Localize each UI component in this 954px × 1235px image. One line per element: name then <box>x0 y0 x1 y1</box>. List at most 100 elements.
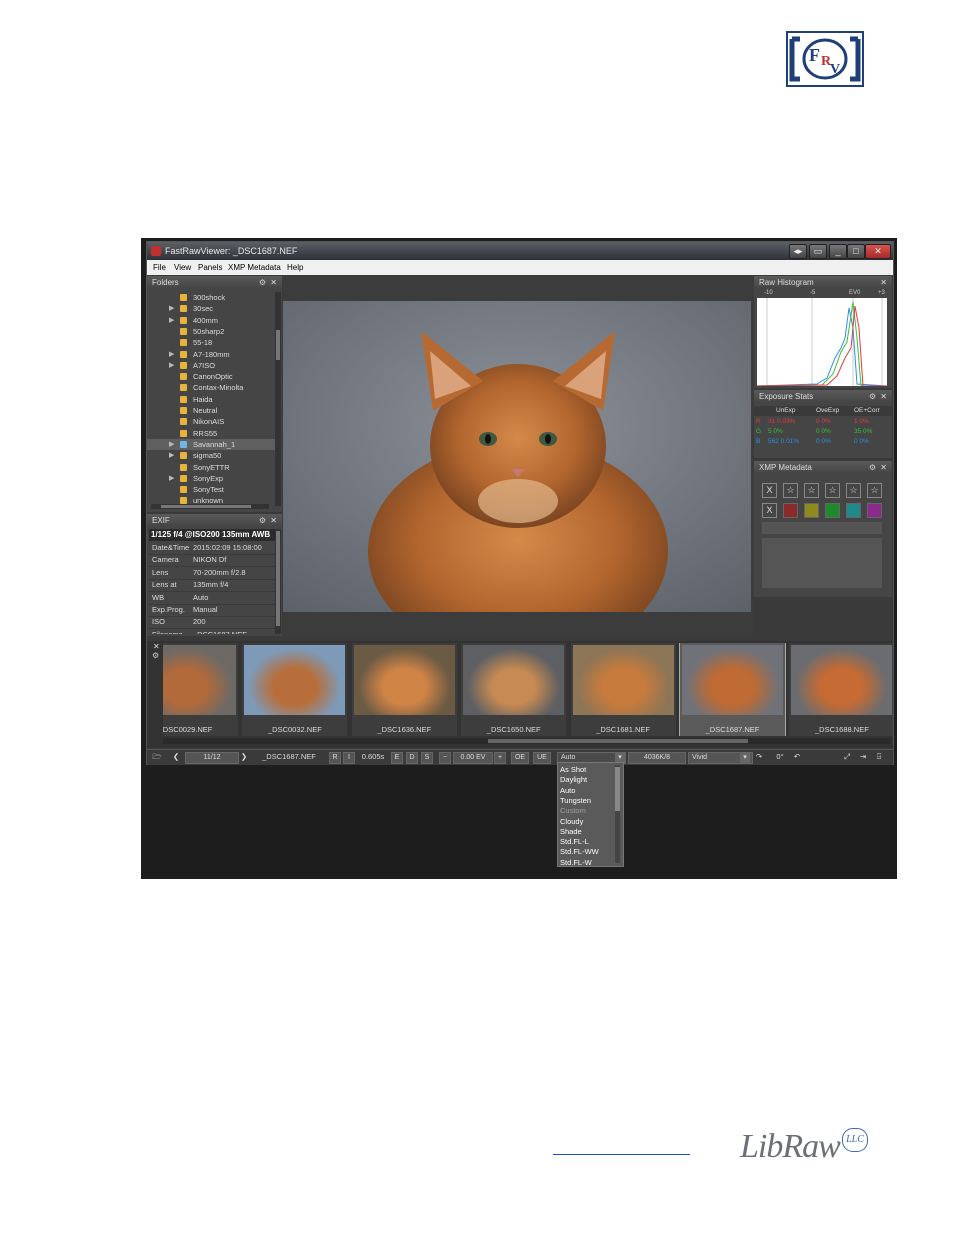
thumbnail[interactable]: _DSC0032.NEF <box>242 643 348 736</box>
image-counter[interactable]: 11/12 <box>185 752 239 764</box>
footer-link-underline[interactable] <box>553 1140 690 1155</box>
menu-panels[interactable]: Panels <box>198 263 222 272</box>
wb-dropdown-scrollbar-thumb[interactable] <box>615 767 620 811</box>
star-1-button[interactable]: ☆ <box>783 483 798 498</box>
xmp-title-field[interactable] <box>762 522 882 534</box>
folder-scrollbar-thumb[interactable] <box>276 330 280 360</box>
wb-option[interactable]: Daylight <box>560 775 587 785</box>
reject-button[interactable]: X <box>762 483 777 498</box>
fullscreen-button[interactable]: ◂▸ <box>789 244 807 259</box>
e-button[interactable]: E <box>391 752 403 764</box>
gear-icon[interactable]: ⚙ <box>869 461 876 474</box>
folder-item[interactable]: RRS55 <box>147 428 275 439</box>
clear-label-button[interactable]: X <box>762 503 777 518</box>
exif-scrollbar-thumb[interactable] <box>276 531 280 626</box>
expand-arrow-icon[interactable]: ▶ <box>169 303 174 314</box>
color-temp-field[interactable]: 4036K/8 <box>628 752 686 764</box>
wb-option[interactable]: As Shot <box>560 765 586 775</box>
label-purple-button[interactable] <box>867 503 882 518</box>
ue-button[interactable]: UE <box>533 752 551 764</box>
folder-item[interactable]: ▶ 30sec <box>147 303 275 314</box>
folder-item[interactable]: Neutral <box>147 405 275 416</box>
menu-view[interactable]: View <box>174 263 191 272</box>
close-icon[interactable]: ✕ <box>153 642 160 651</box>
folder-item[interactable]: ▶ 400mm <box>147 315 275 326</box>
wb-dropdown-scrollbar[interactable] <box>615 765 620 863</box>
ev-value-field[interactable]: 0.00 EV <box>453 752 493 764</box>
i-button[interactable]: I <box>343 752 355 764</box>
expand-arrow-icon[interactable]: ▶ <box>169 349 174 360</box>
star-2-button[interactable]: ☆ <box>804 483 819 498</box>
thumbnail[interactable]: _DSC1636.NEF <box>351 643 457 736</box>
folder-item[interactable]: SonyETTR <box>147 462 275 473</box>
folder-item[interactable]: 300shock <box>147 292 275 303</box>
panel-toggle-icon[interactable]: ⇥ <box>857 750 869 764</box>
close-icon[interactable]: ✕ <box>880 276 887 289</box>
wb-option[interactable]: Std.FL-L <box>560 837 589 847</box>
folder-item[interactable]: ▶ Savannah_1 <box>147 438 275 450</box>
wb-option[interactable]: Tungsten <box>560 796 591 806</box>
filmstrip-scrollbar-thumb[interactable] <box>488 739 748 743</box>
folder-hscrollbar[interactable] <box>151 504 269 509</box>
star-4-button[interactable]: ☆ <box>846 483 861 498</box>
gear-icon[interactable]: ⚙ <box>259 276 266 289</box>
wb-option[interactable]: Custom <box>560 806 586 816</box>
r-button[interactable]: R <box>329 752 341 764</box>
close-icon[interactable]: ✕ <box>880 461 887 474</box>
close-icon[interactable]: ✕ <box>270 514 277 527</box>
xmp-description-field[interactable] <box>762 538 882 588</box>
filmstrip-scrollbar[interactable] <box>163 738 891 744</box>
rotate-cw-icon[interactable]: ↷ <box>753 750 765 764</box>
gear-icon[interactable]: ⚙ <box>259 514 266 527</box>
exif-scrollbar[interactable] <box>275 529 281 634</box>
menu-file[interactable]: File <box>153 263 166 272</box>
folder-item[interactable]: 55-18 <box>147 337 275 348</box>
thumbnail[interactable]: _DSC1650.NEF <box>461 643 567 736</box>
star-5-button[interactable]: ☆ <box>867 483 882 498</box>
d-button[interactable]: D <box>406 752 418 764</box>
thumbnail[interactable]: _DSC1688.NEF <box>789 643 893 736</box>
rotate-ccw-icon[interactable]: ↶ <box>791 750 803 764</box>
thumbnail[interactable]: _DSC1687.NEF <box>679 643 786 736</box>
gear-icon[interactable]: ⚙ <box>869 390 876 403</box>
gear-icon[interactable]: ⚙ <box>152 651 159 660</box>
thumbnail[interactable]: _DSC1681.NEF <box>570 643 676 736</box>
folder-hscrollbar-thumb[interactable] <box>161 505 251 508</box>
folder-item[interactable]: ▶ sigma50 <box>147 450 275 461</box>
star-3-button[interactable]: ☆ <box>825 483 840 498</box>
image-viewer[interactable] <box>283 276 753 636</box>
ev-minus-button[interactable]: − <box>439 752 451 764</box>
wb-option[interactable]: Cloudy <box>560 817 583 827</box>
open-folder-icon[interactable]: 🗁 <box>151 750 163 764</box>
folder-item[interactable]: ▶ A7ISO <box>147 360 275 371</box>
menu-help[interactable]: Help <box>287 263 303 272</box>
label-red-button[interactable] <box>783 503 798 518</box>
expand-arrow-icon[interactable]: ▶ <box>169 360 174 371</box>
expand-arrow-icon[interactable]: ▶ <box>169 473 174 484</box>
maximize-button[interactable]: □ <box>847 244 865 259</box>
next-image-button[interactable]: ❯ <box>239 750 249 764</box>
exit-icon[interactable]: ⍈ <box>873 750 885 764</box>
folder-item[interactable]: NikonAIS <box>147 416 275 427</box>
expand-arrow-icon[interactable]: ▶ <box>169 315 174 326</box>
folder-item[interactable]: ▶ A7-180mm <box>147 349 275 360</box>
s-button[interactable]: S <box>421 752 433 764</box>
fit-screen-icon[interactable]: ⤢ <box>841 750 853 764</box>
folder-item[interactable]: Haida <box>147 394 275 405</box>
menu-xmp-metadata[interactable]: XMP Metadata <box>228 263 281 272</box>
folder-item[interactable]: Contax-Minolta <box>147 382 275 393</box>
folder-item[interactable]: SonyTest <box>147 484 275 495</box>
label-blue-button[interactable] <box>846 503 861 518</box>
wb-option[interactable]: Auto <box>560 786 575 796</box>
wb-option[interactable]: Std.FL-W <box>560 858 592 868</box>
folder-scrollbar[interactable] <box>275 292 281 506</box>
label-green-button[interactable] <box>825 503 840 518</box>
wb-option[interactable]: Std.FL-WW <box>560 847 599 857</box>
close-icon[interactable]: ✕ <box>270 276 277 289</box>
expand-arrow-icon[interactable]: ▶ <box>169 450 174 461</box>
label-yellow-button[interactable] <box>804 503 819 518</box>
oe-button[interactable]: OE <box>511 752 529 764</box>
minimize-button[interactable]: _ <box>829 244 847 259</box>
expand-arrow-icon[interactable]: ▶ <box>169 439 174 450</box>
restore-down-icon[interactable]: ▭ <box>809 244 827 259</box>
